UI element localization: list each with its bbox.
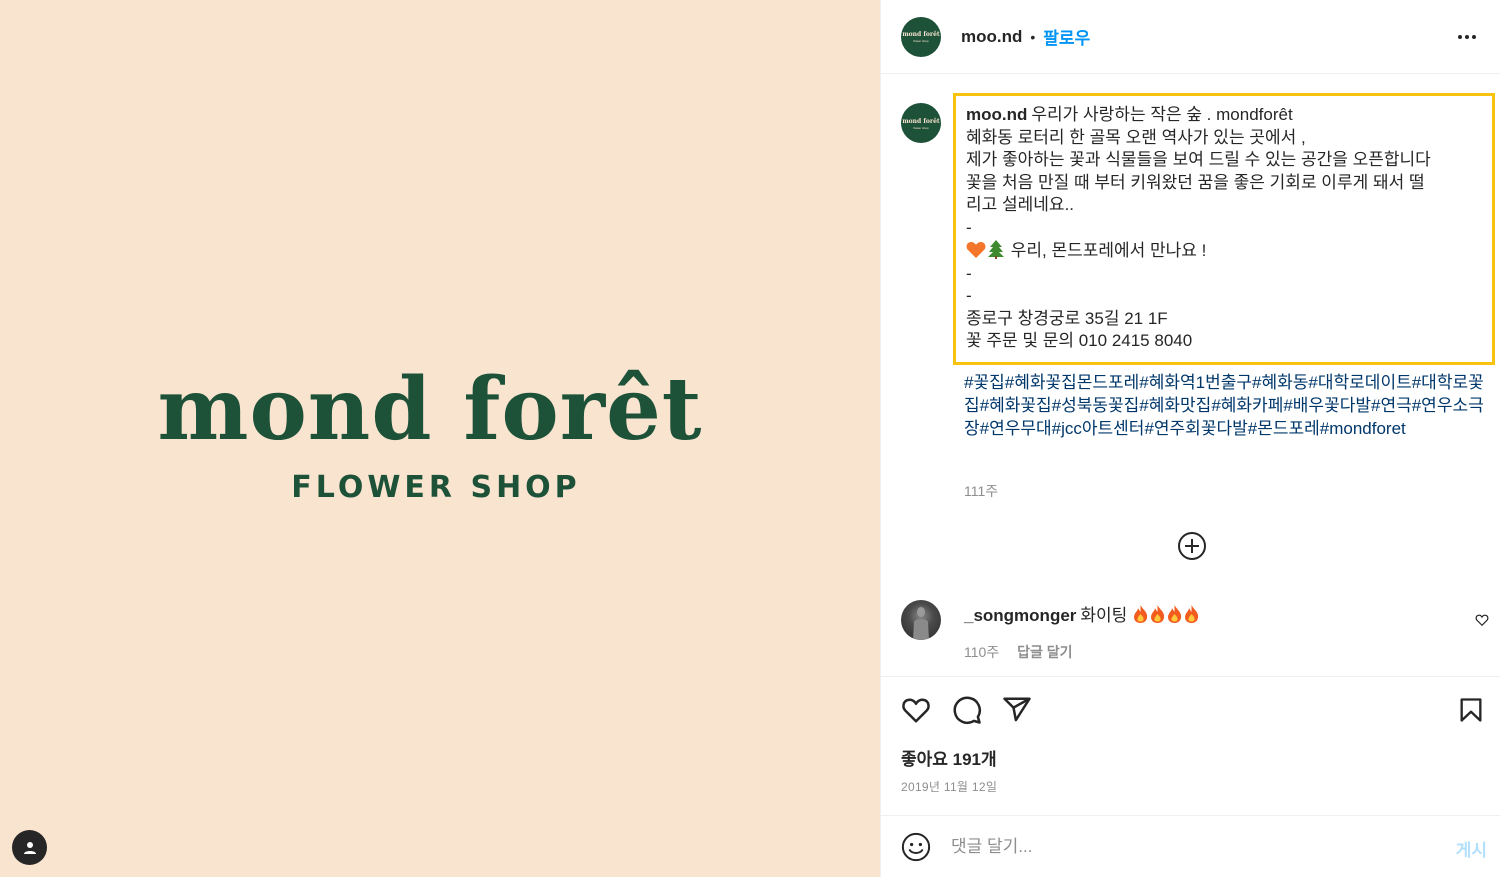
user-tag-button[interactable] <box>12 830 47 865</box>
separator-dot: • <box>1030 28 1036 45</box>
comments-section: mond forêt flower shop moo.nd 우리가 사랑하는 작은… <box>881 75 1500 675</box>
post-date[interactable]: 2019년 11월 12일 <box>901 778 997 795</box>
likes-count[interactable]: 좋아요 191개 <box>901 745 997 770</box>
post-sidebar: mond forêt flower shop moo.nd • 팔로우 mond… <box>880 0 1500 877</box>
fire-icon <box>1151 605 1165 623</box>
load-more-comments-icon[interactable] <box>1177 531 1207 561</box>
caption-emoji-line: 우리, 몬드포레에서 만나요 ! <box>966 239 1482 263</box>
orange-heart-icon <box>966 242 986 258</box>
action-bar: 좋아요 191개 2019년 11월 12일 <box>881 676 1500 816</box>
hashtags[interactable]: #꽃집#혜화꽃집몬드포레#혜화역1번출구#혜화동#대학로데이트#대학로꽃집#혜화… <box>964 371 1489 440</box>
caption-line: - <box>966 217 972 237</box>
comment-meta: 110주 답글 달기 <box>964 642 1073 662</box>
caption-username[interactable]: moo.nd <box>966 105 1027 124</box>
caption-text: 우리가 사랑하는 작은 숲 . mondforêt <box>1031 105 1293 124</box>
fire-icon <box>1185 605 1199 623</box>
avatar-logo-text: mond forêt <box>902 117 940 125</box>
caption-line: 혜화동 로터리 한 골목 오랜 역사가 있는 곳에서 , <box>966 127 1306 147</box>
caption-address: 종로구 창경궁로 35길 21 1F <box>966 308 1168 328</box>
caption-highlight-box: moo.nd 우리가 사랑하는 작은 숲 . mondforêt 혜화동 로터리 … <box>953 93 1495 365</box>
author-username[interactable]: moo.nd <box>961 27 1022 47</box>
comment-text: 화이팅 <box>1080 606 1128 625</box>
commenter-avatar[interactable] <box>901 600 941 640</box>
caption-contact: 꽃 주문 및 문의 010 2415 8040 <box>966 331 1193 350</box>
more-icon[interactable] <box>1456 26 1478 48</box>
fire-icon <box>1134 605 1148 623</box>
post-header: mond forêt flower shop moo.nd • 팔로우 <box>881 0 1500 74</box>
comment-icon[interactable] <box>952 695 982 725</box>
caption-line: 리고 설레네요.. <box>966 195 1075 214</box>
author-avatar[interactable]: mond forêt flower shop <box>901 16 941 57</box>
brand-logo: mond forêt FLOWER SHOP <box>0 359 880 506</box>
bookmark-icon[interactable] <box>1457 695 1485 725</box>
caption-line: 꽃을 처음 만질 때 부터 키워왔던 꿈을 좋은 기회로 이루게 돼서 떨 <box>966 172 1425 192</box>
comment: _songmonger 화이팅 <box>964 601 1200 626</box>
caption-avatar[interactable]: mond forêt flower shop <box>901 103 941 143</box>
caption-line: 제가 좋아하는 꽃과 식물들을 보여 드릴 수 있는 공간을 오픈합니다 <box>966 150 1431 169</box>
avatar-logo-text: mond forêt <box>902 31 940 38</box>
share-icon[interactable] <box>1002 695 1032 725</box>
brand-subtitle: FLOWER SHOP <box>291 470 581 505</box>
user-icon <box>23 841 36 854</box>
statue-icon <box>913 607 929 640</box>
commenter-username[interactable]: _songmonger <box>964 606 1076 625</box>
comment-like-icon[interactable] <box>1475 613 1489 627</box>
avatar-logo-sub: flower shop <box>913 125 929 130</box>
caption-line: - <box>966 286 972 305</box>
post-button[interactable]: 게시 <box>1456 836 1487 861</box>
caption-time[interactable]: 111주 <box>964 481 998 501</box>
comment-input[interactable] <box>951 830 1431 864</box>
like-icon[interactable] <box>901 695 931 725</box>
avatar-logo-sub: flower shop <box>913 39 929 43</box>
brand-name: mond forêt <box>157 359 703 460</box>
follow-button[interactable]: 팔로우 <box>1043 24 1090 49</box>
caption-first-line: moo.nd 우리가 사랑하는 작은 숲 . mondforêt <box>966 104 1482 127</box>
reply-button[interactable]: 답글 달기 <box>1017 644 1072 660</box>
evergreen-tree-icon <box>988 240 1004 259</box>
fire-icon <box>1168 605 1182 623</box>
post-image[interactable]: mond forêt FLOWER SHOP <box>0 0 880 877</box>
emoji-icon[interactable] <box>901 832 931 862</box>
caption-line: - <box>966 263 972 283</box>
caption-emoji-text: 우리, 몬드포레에서 만나요 ! <box>1010 241 1207 260</box>
comment-time[interactable]: 110주 <box>964 644 999 660</box>
comment-composer: 게시 <box>881 815 1500 877</box>
